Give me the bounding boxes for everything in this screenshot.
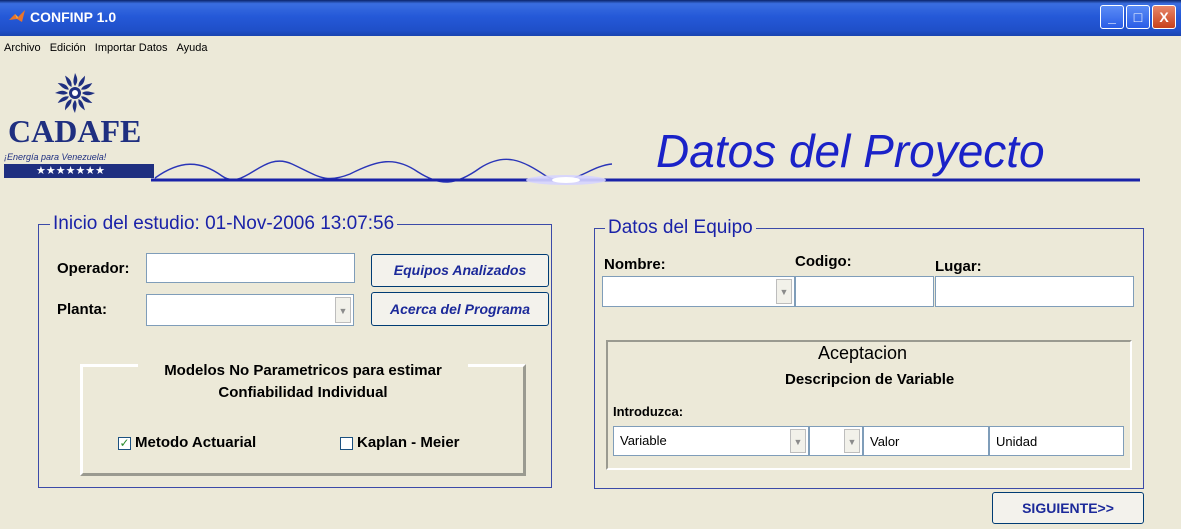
equipos-analizados-label: Equipos Analizados bbox=[393, 262, 527, 278]
lugar-input[interactable] bbox=[935, 276, 1134, 307]
logo-tagline: ¡Energía para Venezuela! bbox=[4, 152, 107, 162]
close-icon: X bbox=[1159, 9, 1169, 25]
logo-stars: ★★★★★★★ bbox=[4, 164, 154, 178]
operador-label: Operador: bbox=[57, 260, 130, 277]
title-bar: CONFINP 1.0 _ □ X bbox=[0, 0, 1181, 36]
equipo-group-title: Datos del Equipo bbox=[605, 217, 756, 239]
models-panel-title: Modelos No Parametricos para estimar Con… bbox=[138, 362, 468, 401]
sun-emblem-icon bbox=[55, 73, 95, 113]
matlab-icon bbox=[9, 10, 25, 22]
chevron-down-icon: ▼ bbox=[790, 429, 806, 453]
nombre-value bbox=[602, 276, 795, 307]
aceptacion-subtitle: Descripcion de Variable bbox=[785, 371, 955, 388]
nombre-label: Nombre: bbox=[604, 256, 666, 273]
codigo-label: Codigo: bbox=[795, 253, 852, 270]
minimize-icon: _ bbox=[1108, 9, 1116, 25]
nombre-select[interactable]: ▼ bbox=[602, 276, 795, 307]
equipos-analizados-button[interactable]: Equipos Analizados bbox=[371, 254, 549, 287]
close-button[interactable]: X bbox=[1152, 5, 1176, 29]
acerca-del-programa-label: Acerca del Programa bbox=[389, 301, 531, 317]
window-title: CONFINP 1.0 bbox=[30, 9, 117, 25]
menu-importar-datos[interactable]: Importar Datos bbox=[95, 42, 168, 54]
siguiente-button[interactable]: SIGUIENTE>> bbox=[992, 492, 1144, 524]
aceptacion-title: Aceptacion bbox=[812, 343, 914, 364]
planta-select[interactable]: ▼ bbox=[146, 294, 354, 326]
chevron-down-icon: ▼ bbox=[335, 297, 351, 323]
maximize-icon: □ bbox=[1133, 9, 1143, 25]
variable-select[interactable]: Variable ▼ bbox=[613, 426, 809, 456]
kaplan-meier-checkbox[interactable] bbox=[340, 437, 353, 450]
study-group-title: Inicio del estudio: 01-Nov-2006 13:07:56 bbox=[50, 213, 398, 235]
page-title: Datos del Proyecto bbox=[656, 125, 1045, 177]
menu-ayuda[interactable]: Ayuda bbox=[177, 42, 208, 54]
valor-input[interactable] bbox=[863, 426, 989, 456]
menu-bar: Archivo Edición Importar Datos Ayuda bbox=[0, 42, 217, 60]
second-select[interactable]: ▼ bbox=[809, 426, 863, 456]
minimize-button[interactable]: _ bbox=[1100, 5, 1124, 29]
metodo-actuarial-label: Metodo Actuarial bbox=[135, 434, 257, 451]
menu-archivo[interactable]: Archivo bbox=[4, 42, 41, 54]
maximize-button[interactable]: □ bbox=[1126, 5, 1150, 29]
planta-label: Planta: bbox=[57, 301, 108, 318]
codigo-input[interactable] bbox=[795, 276, 934, 307]
operador-input[interactable] bbox=[146, 253, 355, 283]
kaplan-meier-label: Kaplan - Meier bbox=[357, 434, 460, 451]
siguiente-label: SIGUIENTE>> bbox=[1022, 500, 1114, 516]
planta-value bbox=[146, 294, 354, 326]
lugar-label: Lugar: bbox=[935, 258, 982, 275]
unidad-input[interactable] bbox=[989, 426, 1124, 456]
acerca-del-programa-button[interactable]: Acerca del Programa bbox=[371, 292, 549, 326]
chevron-down-icon: ▼ bbox=[844, 429, 860, 453]
menu-edicion[interactable]: Edición bbox=[50, 42, 86, 54]
variable-value: Variable bbox=[613, 426, 809, 456]
logo-wordmark: CADAFE bbox=[8, 113, 142, 149]
chevron-down-icon: ▼ bbox=[776, 279, 792, 304]
models-title-line1: Modelos No Parametricos para estimar bbox=[164, 362, 442, 379]
models-title-line2: Confiabilidad Individual bbox=[218, 384, 388, 401]
metodo-actuarial-checkbox[interactable]: ✓ bbox=[118, 437, 131, 450]
introduzca-label: Introduzca: bbox=[613, 404, 684, 419]
